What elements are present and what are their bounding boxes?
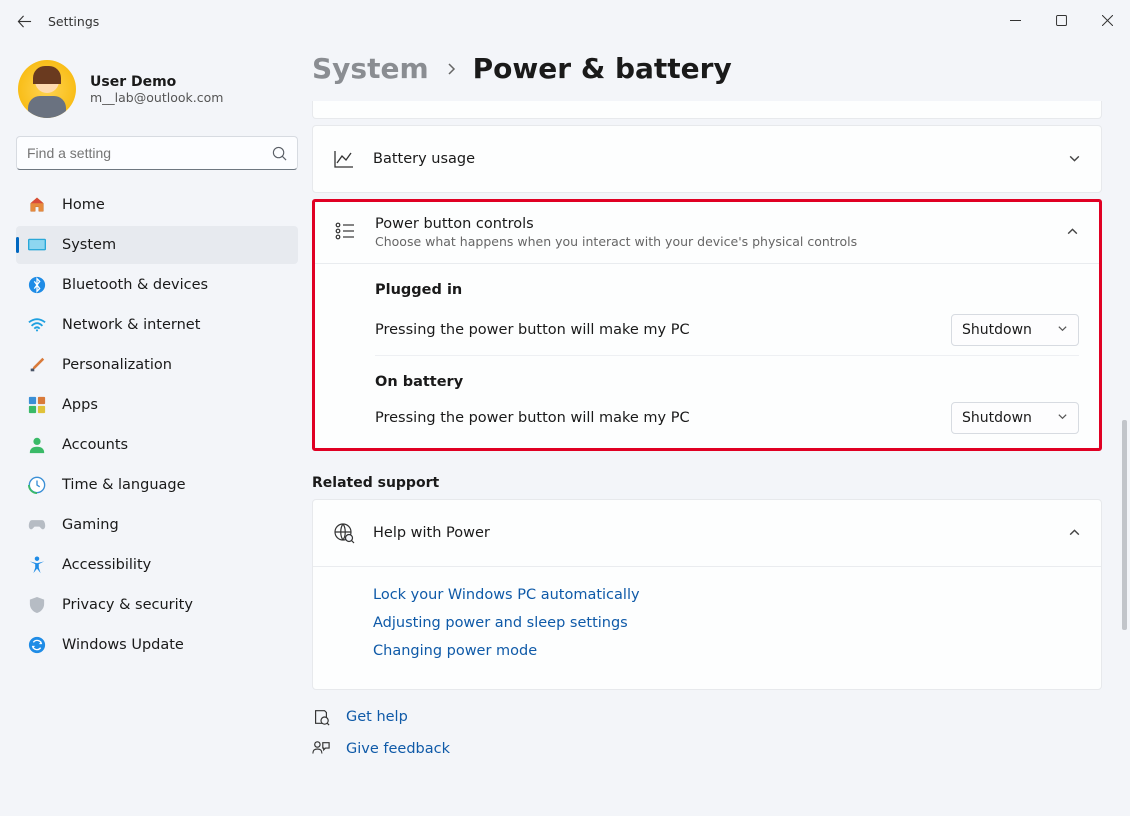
- sidebar-item-label: Gaming: [62, 517, 119, 533]
- sidebar-item-accessibility[interactable]: Accessibility: [16, 546, 298, 584]
- profile-name: User Demo: [90, 74, 223, 90]
- sidebar-item-label: Apps: [62, 397, 98, 413]
- arrow-left-icon: [17, 14, 32, 29]
- sidebar-item-update[interactable]: Windows Update: [16, 626, 298, 664]
- feedback-icon: [312, 740, 334, 758]
- back-button[interactable]: [8, 5, 40, 37]
- help-icon: [312, 708, 334, 726]
- shield-icon: [28, 596, 46, 614]
- group-on-battery: On battery: [375, 356, 1079, 396]
- help-link-power-sleep[interactable]: Adjusting power and sleep settings: [373, 615, 1081, 631]
- chart-icon: [333, 148, 355, 170]
- sidebar-item-label: Bluetooth & devices: [62, 277, 208, 293]
- power-button-controls-highlighted: Power button controls Choose what happen…: [312, 199, 1102, 451]
- power-action-label: Pressing the power button will make my P…: [375, 410, 690, 426]
- sidebar-item-label: Privacy & security: [62, 597, 193, 613]
- scrollbar-thumb[interactable]: [1122, 420, 1127, 630]
- apps-icon: [28, 396, 46, 414]
- give-feedback-link[interactable]: Give feedback: [346, 741, 450, 757]
- card-title: Power button controls: [375, 216, 857, 232]
- card-title: Battery usage: [373, 151, 475, 167]
- chevron-down-icon: [1068, 150, 1081, 169]
- accessibility-icon: [28, 556, 46, 574]
- sidebar-item-label: Network & internet: [62, 317, 200, 333]
- card-subtitle: Choose what happens when you interact wi…: [375, 234, 857, 249]
- on-battery-dropdown[interactable]: Shutdown: [951, 402, 1079, 434]
- search-input[interactable]: [27, 145, 272, 161]
- battery-usage-card[interactable]: Battery usage: [312, 125, 1102, 193]
- profile[interactable]: User Demo m__lab@outlook.com: [16, 52, 288, 136]
- sidebar-item-label: System: [62, 237, 116, 253]
- previous-card-edge: [312, 101, 1102, 119]
- maximize-button[interactable]: [1038, 0, 1084, 40]
- get-help-link[interactable]: Get help: [346, 709, 408, 725]
- profile-email: m__lab@outlook.com: [90, 90, 223, 105]
- dropdown-value: Shutdown: [962, 322, 1032, 338]
- power-button-controls-header[interactable]: Power button controls Choose what happen…: [315, 202, 1099, 263]
- search-icon: [272, 146, 287, 161]
- sidebar-item-label: Accounts: [62, 437, 128, 453]
- window-title: Settings: [48, 14, 99, 29]
- sidebar-item-apps[interactable]: Apps: [16, 386, 298, 424]
- system-icon: [28, 236, 46, 254]
- breadcrumb-parent[interactable]: System: [312, 52, 429, 85]
- sidebar-item-home[interactable]: Home: [16, 186, 298, 224]
- sidebar-item-personalization[interactable]: Personalization: [16, 346, 298, 384]
- sidebar-item-label: Home: [62, 197, 105, 213]
- sidebar-item-privacy[interactable]: Privacy & security: [16, 586, 298, 624]
- group-plugged-in: Plugged in: [375, 264, 1079, 304]
- home-icon: [28, 196, 46, 214]
- maximize-icon: [1056, 15, 1067, 26]
- help-with-power-header[interactable]: Help with Power: [313, 500, 1101, 566]
- chevron-up-icon: [1066, 223, 1079, 242]
- sidebar-item-label: Personalization: [62, 357, 172, 373]
- sidebar-item-gaming[interactable]: Gaming: [16, 506, 298, 544]
- tasks-icon: [335, 222, 357, 244]
- globe-search-icon: [333, 522, 355, 544]
- avatar: [18, 60, 76, 118]
- sidebar-item-label: Accessibility: [62, 557, 151, 573]
- minimize-button[interactable]: [992, 0, 1038, 40]
- sidebar-item-time[interactable]: Time & language: [16, 466, 298, 504]
- power-action-label: Pressing the power button will make my P…: [375, 322, 690, 338]
- sidebar-item-label: Windows Update: [62, 637, 184, 653]
- sidebar-item-bluetooth[interactable]: Bluetooth & devices: [16, 266, 298, 304]
- sidebar-item-network[interactable]: Network & internet: [16, 306, 298, 344]
- person-icon: [28, 436, 46, 454]
- chevron-down-icon: [1057, 410, 1068, 426]
- card-title: Help with Power: [373, 525, 490, 541]
- search-box[interactable]: [16, 136, 298, 170]
- help-link-lock[interactable]: Lock your Windows PC automatically: [373, 587, 1081, 603]
- close-icon: [1102, 15, 1113, 26]
- page-title: Power & battery: [473, 52, 732, 85]
- chevron-right-icon: [445, 63, 457, 75]
- minimize-icon: [1010, 15, 1021, 26]
- chevron-up-icon: [1068, 524, 1081, 543]
- close-button[interactable]: [1084, 0, 1130, 40]
- sidebar-item-system[interactable]: System: [16, 226, 298, 264]
- sidebar-item-accounts[interactable]: Accounts: [16, 426, 298, 464]
- gamepad-icon: [28, 516, 46, 534]
- wifi-icon: [28, 316, 46, 334]
- breadcrumb: System Power & battery: [312, 52, 1102, 85]
- chevron-down-icon: [1057, 322, 1068, 338]
- related-support-title: Related support: [312, 475, 1102, 491]
- plugged-in-dropdown[interactable]: Shutdown: [951, 314, 1079, 346]
- sync-icon: [28, 636, 46, 654]
- brush-icon: [28, 356, 46, 374]
- dropdown-value: Shutdown: [962, 410, 1032, 426]
- sidebar-item-label: Time & language: [62, 477, 186, 493]
- clock-icon: [28, 476, 46, 494]
- bluetooth-icon: [28, 276, 46, 294]
- help-link-power-mode[interactable]: Changing power mode: [373, 643, 1081, 659]
